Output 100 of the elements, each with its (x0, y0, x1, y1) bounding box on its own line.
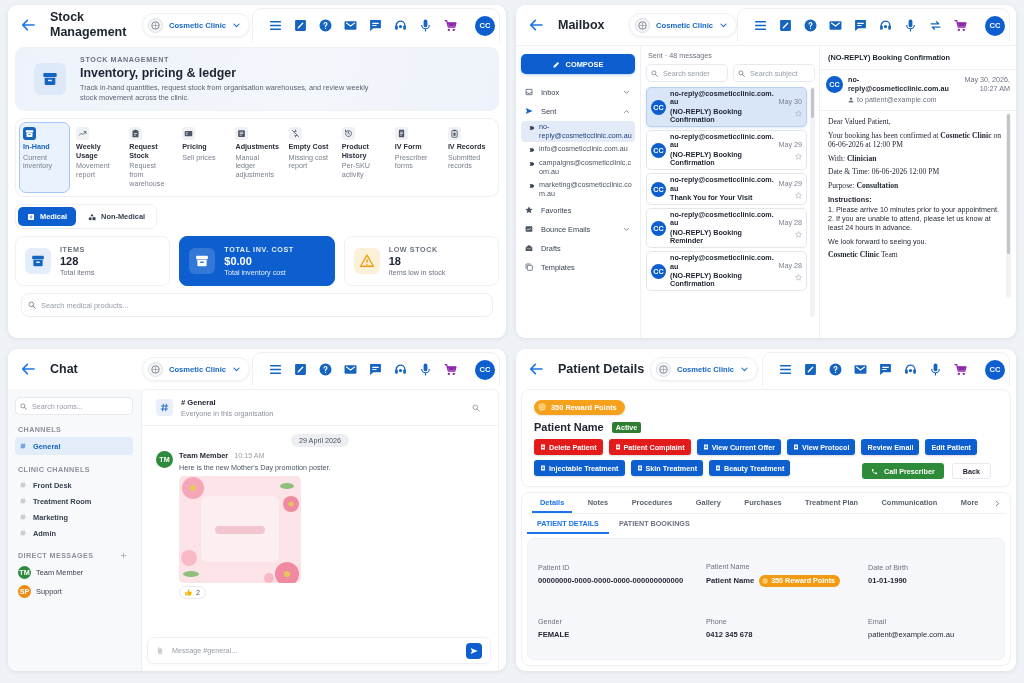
star-icon[interactable] (795, 274, 802, 282)
clinic-logo-icon (635, 17, 651, 33)
back-icon[interactable] (20, 17, 36, 33)
send-icon (525, 107, 533, 115)
search-icon (738, 69, 745, 77)
help-icon[interactable] (319, 363, 332, 376)
edit-icon[interactable] (294, 363, 307, 376)
cart-icon[interactable] (444, 19, 457, 32)
search-icon (651, 69, 658, 77)
mail-icon[interactable] (829, 19, 842, 32)
crossed-dollar-icon (288, 127, 302, 140)
document-icon (540, 465, 546, 471)
phone-icon (871, 467, 879, 475)
scrollbar-thumb[interactable] (1007, 114, 1010, 255)
cart-icon[interactable] (444, 363, 457, 376)
menu-icon[interactable] (269, 19, 282, 32)
microphone-icon[interactable] (419, 19, 432, 32)
document-icon (540, 444, 546, 450)
star-icon[interactable] (795, 231, 802, 239)
page-title: Mailbox (558, 17, 606, 33)
menu-icon[interactable] (754, 19, 767, 32)
edit-icon[interactable] (779, 19, 792, 32)
ledger-icon (235, 127, 249, 140)
archive-box-icon (189, 248, 216, 275)
clinic-logo-icon (656, 361, 671, 377)
swap-arrows-icon[interactable] (929, 19, 942, 32)
send-icon (470, 646, 478, 655)
chevron-down-icon[interactable] (623, 88, 630, 96)
star-icon[interactable] (795, 192, 802, 200)
help-icon[interactable] (829, 363, 842, 376)
chevron-down-icon (231, 20, 241, 30)
stat-value: 18 (388, 255, 402, 268)
trend-chart-icon (76, 127, 90, 140)
thumbs-up-icon (185, 589, 192, 596)
clipboard-icon (129, 127, 143, 140)
hero-heading: Inventory, pricing & ledger (80, 65, 238, 80)
hash-icon (20, 482, 26, 488)
chat-icon[interactable] (369, 19, 382, 32)
warning-icon (353, 248, 380, 275)
chevron-up-icon[interactable] (623, 107, 630, 115)
search-icon (28, 301, 36, 310)
chevron-down-icon (719, 20, 728, 30)
patient-name: Patient Name (534, 421, 604, 433)
clipboard-icon (447, 127, 461, 140)
document-icon (715, 465, 722, 471)
star-icon[interactable] (795, 153, 802, 161)
page-title: Chat (50, 361, 79, 377)
page-title: Patient Details (558, 361, 646, 377)
page-title: Stock Management (50, 10, 128, 40)
back-icon[interactable] (20, 361, 36, 377)
menu-icon[interactable] (269, 363, 282, 376)
cart-icon[interactable] (954, 19, 967, 32)
mail-icon[interactable] (344, 19, 357, 32)
scrollbar[interactable] (810, 87, 815, 317)
edit-icon[interactable] (804, 363, 817, 376)
chevron-right-icon[interactable] (993, 499, 1001, 507)
hash-icon (20, 530, 26, 536)
scrollbar[interactable] (1006, 113, 1011, 299)
microphone-icon[interactable] (419, 363, 432, 376)
headset-icon[interactable] (879, 19, 892, 32)
back-icon[interactable] (528, 361, 544, 377)
mail-icon[interactable] (344, 363, 357, 376)
microphone-icon[interactable] (929, 363, 942, 376)
copy-icon (525, 263, 533, 272)
mail-icon[interactable] (854, 363, 867, 376)
archive-box-icon (23, 127, 36, 140)
hash-icon (20, 514, 26, 520)
chat-icon[interactable] (854, 19, 867, 32)
chevron-down-icon[interactable] (623, 226, 630, 233)
headset-icon[interactable] (904, 363, 917, 376)
back-icon[interactable] (528, 17, 544, 33)
label-icon (529, 125, 535, 131)
document-icon (793, 444, 800, 450)
clinic-logo-icon (148, 17, 163, 33)
chat-icon[interactable] (369, 363, 382, 376)
help-icon[interactable] (319, 19, 332, 32)
coin-icon (762, 577, 769, 584)
archive-box-icon (25, 248, 51, 275)
edit-icon[interactable] (294, 19, 307, 32)
medical-cross-icon (27, 212, 35, 221)
person-icon (848, 96, 854, 103)
envelope-open-icon (525, 244, 533, 253)
star-icon[interactable] (795, 110, 802, 118)
cart-icon[interactable] (954, 363, 967, 376)
headset-icon[interactable] (394, 19, 407, 32)
scrollbar-thumb[interactable] (811, 88, 814, 118)
microphone-icon[interactable] (904, 19, 917, 32)
chat-icon[interactable] (879, 363, 892, 376)
menu-icon[interactable] (779, 363, 792, 376)
headset-icon[interactable] (394, 363, 407, 376)
stat-value: $0.00 (224, 255, 253, 268)
help-icon[interactable] (804, 19, 817, 32)
document-icon (614, 444, 621, 450)
chevron-down-icon (231, 364, 241, 374)
stat-value: 128 (60, 255, 80, 268)
chevron-down-icon (739, 364, 749, 374)
inbox-icon (525, 88, 533, 96)
hash-icon (20, 443, 26, 449)
send-button[interactable] (466, 642, 482, 659)
paperclip-icon[interactable] (156, 646, 164, 655)
